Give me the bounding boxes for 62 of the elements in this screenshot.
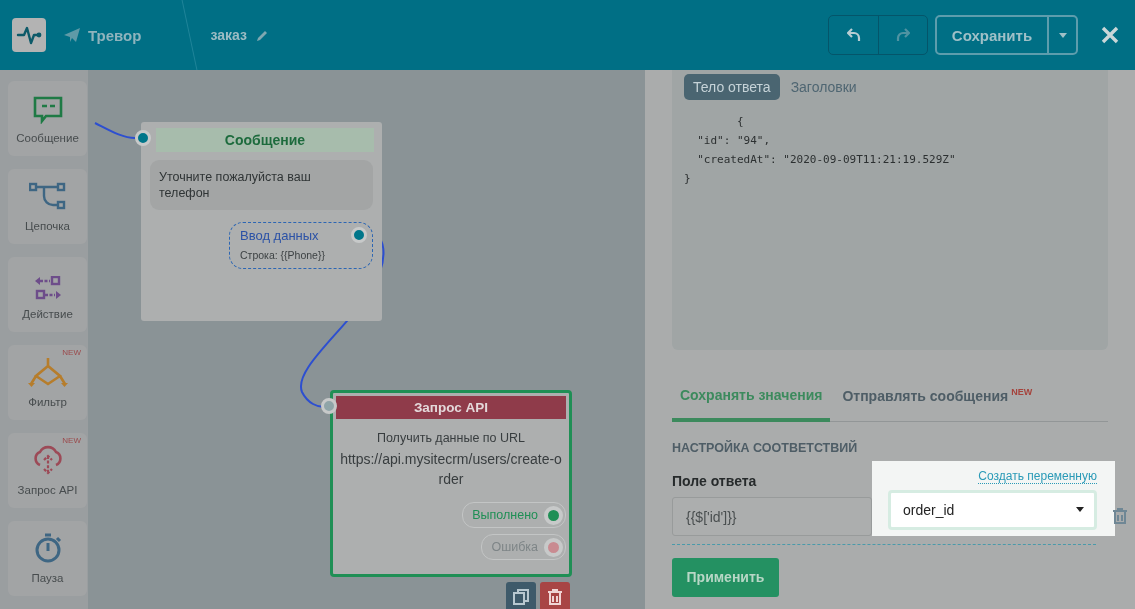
- stopwatch-icon: [33, 532, 62, 564]
- block-tile[interactable]: Сообщение: [8, 81, 87, 156]
- copy-button[interactable]: [506, 582, 536, 609]
- input-block[interactable]: Ввод данных Строка: {{Phone}}: [229, 222, 373, 269]
- response-field[interactable]: {{$['id']}}: [672, 496, 872, 536]
- tile-label: Фильтр: [28, 396, 67, 408]
- block-tile[interactable]: Цепочка: [8, 169, 87, 244]
- close-icon: [1101, 26, 1119, 44]
- connector-dot: [321, 398, 337, 414]
- tile-label: Действие: [22, 308, 73, 320]
- undo-icon: [846, 28, 861, 42]
- branch-icon: [28, 182, 67, 212]
- select-value: order_id: [903, 501, 955, 518]
- mapping-tab[interactable]: Сохранять значения: [672, 375, 831, 422]
- block-tile[interactable]: NEW Запрос API: [8, 433, 87, 508]
- message-node[interactable]: Сообщение Уточните пожалуйста ваш телефон Ввод данных Строка: {{Phone}}: [141, 122, 382, 321]
- node-description: Получить данные по URL: [376, 431, 526, 445]
- section-title: НАСТРОЙКА СООТВЕТСТВИЙ: [672, 440, 859, 455]
- apply-button[interactable]: Применить: [672, 557, 779, 597]
- output-label: Выполнено: [472, 508, 538, 522]
- paper-plane-icon: [64, 28, 80, 42]
- tile-label: Запрос API: [17, 484, 78, 496]
- field-label: Поле ответа: [672, 472, 758, 489]
- copy-icon: [513, 589, 529, 605]
- response-tab[interactable]: Заголовки: [785, 74, 862, 100]
- speech-bubble-icon: [32, 96, 63, 124]
- connector-dot: [135, 130, 151, 146]
- message-bubble: Уточните пожалуйста ваш телефон: [150, 160, 373, 210]
- delete-button[interactable]: [540, 582, 570, 609]
- output-pill[interactable]: Выполнено: [462, 502, 566, 528]
- node-title: Запрос API: [336, 396, 566, 419]
- pencil-icon: [255, 28, 269, 42]
- scenario-name: заказ: [210, 27, 247, 43]
- caret-icon: [1058, 32, 1067, 38]
- fork-icon: [27, 358, 68, 388]
- tile-label: Сообщение: [16, 132, 79, 144]
- create-variable-link[interactable]: Создать переменную: [978, 468, 1097, 484]
- block-tile[interactable]: Действие: [8, 257, 87, 332]
- mapping-tab[interactable]: Отправлять сообщения $^{NEW}$: [834, 375, 1041, 422]
- logo-icon: [12, 18, 46, 52]
- connector-dot: [351, 227, 367, 243]
- node-title: Сообщение: [156, 128, 374, 152]
- bot-name: Тревор: [88, 26, 142, 44]
- delete-row-button[interactable]: [1113, 507, 1127, 524]
- connector-line: [94, 122, 136, 140]
- input-detail: Строка: {{Phone}}: [240, 249, 326, 261]
- caret-icon: [1076, 507, 1084, 513]
- tile-label: Цепочка: [25, 220, 70, 232]
- new-label: NEW: [62, 436, 81, 445]
- tile-label: Пауза: [31, 572, 64, 584]
- variable-select[interactable]: order_id: [888, 489, 1097, 530]
- trash-icon: [1113, 507, 1127, 524]
- response-body: { "id": "94", "createdAt": "2020-09-09T11:21:19.529Z" }: [684, 114, 957, 187]
- node-url: https://api.mysitecrm/users/create-order: [339, 450, 563, 489]
- block-tile[interactable]: NEW Фильтр: [8, 345, 87, 420]
- block-tile[interactable]: Пауза: [8, 521, 87, 596]
- arrows-icon: [34, 276, 61, 300]
- input-title: Ввод данных: [240, 228, 319, 243]
- redo-icon: [896, 28, 910, 42]
- response-tab[interactable]: Тело ответа: [684, 74, 780, 100]
- new-label: NEW: [62, 348, 81, 357]
- trash-icon: [548, 589, 562, 605]
